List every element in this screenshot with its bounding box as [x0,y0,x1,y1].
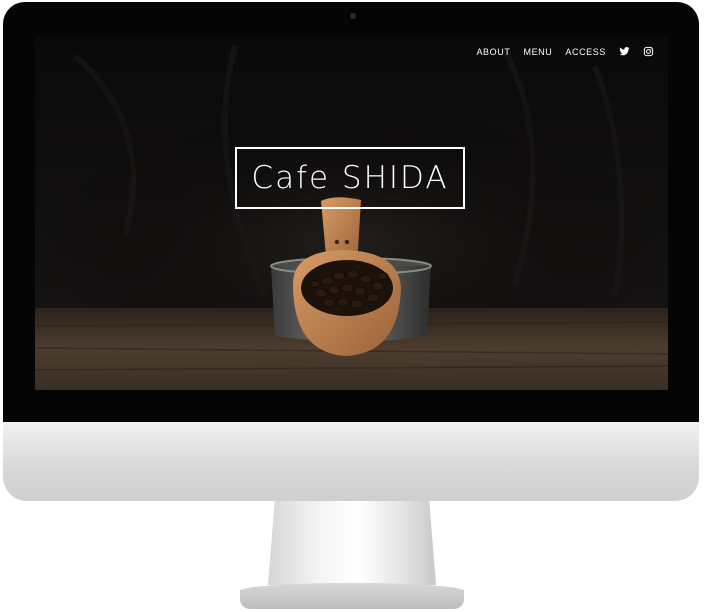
camera-icon [350,13,356,19]
site-title: Cafe SHIDA [251,160,449,196]
website-screen: ABOUT MENU ACCESS Cafe SHIDA [35,36,668,390]
site-logo[interactable]: Cafe SHIDA [235,147,465,209]
nav-link-access[interactable]: ACCESS [565,47,606,57]
monitor-chin [3,422,699,501]
twitter-icon[interactable] [619,46,630,57]
top-navigation: ABOUT MENU ACCESS [476,46,654,57]
hero-image [35,36,668,390]
instagram-icon[interactable] [643,46,654,57]
monitor-stand-base [240,583,464,609]
nav-link-about[interactable]: ABOUT [476,47,510,57]
nav-link-menu[interactable]: MENU [523,47,552,57]
monitor-stand [268,501,436,585]
